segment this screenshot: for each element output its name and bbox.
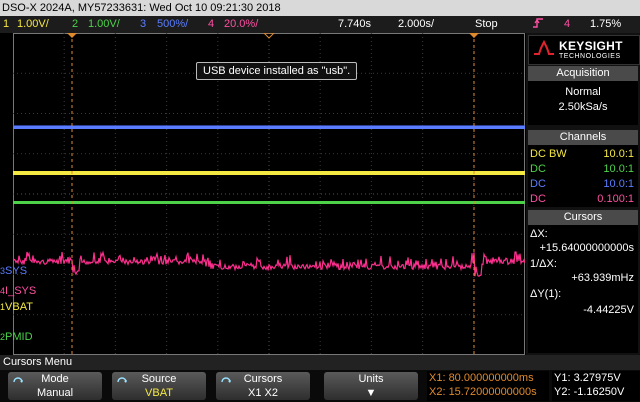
units-softkey[interactable]: Units ▼ (324, 372, 418, 400)
source-softkey[interactable]: Source VBAT (112, 372, 206, 400)
keysight-wave-icon (534, 40, 554, 55)
ch3-sys-trace (13, 125, 525, 129)
acquisition-header[interactable]: Acquisition (528, 66, 638, 81)
channel-row-3: DC 10.0:1 (530, 178, 634, 190)
waveform-display[interactable] (13, 33, 525, 355)
dx-value: +15.64000000000s (539, 242, 634, 254)
ch4-number[interactable]: 4 (208, 16, 214, 33)
cursor-x-readout: X1: 80.000000000ms X2: 15.72000000000s (427, 371, 549, 401)
dy-value: -4.44225V (583, 304, 634, 316)
waveform-graticule (13, 33, 525, 355)
cursors-panel: ΔX: +15.64000000000s 1/ΔX: +63.939mHz ΔY… (528, 225, 638, 353)
acq-rate: 2.50kSa/s (558, 101, 608, 113)
x2-readout: X2: 15.72000000000s (429, 386, 537, 398)
inv-dx-value: +63.939mHz (571, 272, 634, 284)
trigger-source[interactable]: 4 (564, 16, 570, 33)
channel-row-2: DC 10.0:1 (530, 163, 634, 175)
trace-label-pmid: 2PMID (0, 331, 33, 343)
channel-row-1: DC BW 10.0:1 (530, 148, 634, 160)
x1-readout: X1: 80.000000000ms (429, 372, 534, 384)
ch2-number[interactable]: 2 (72, 16, 78, 33)
ch1-number[interactable]: 1 (3, 16, 9, 33)
dy-label: ΔY(1): (530, 288, 562, 300)
trace-label-sys: 3SYS (0, 265, 28, 277)
ch2-scale[interactable]: 1.00V/ (88, 16, 120, 33)
side-panel: KEYSIGHT TECHNOLOGIES Acquisition Normal… (526, 33, 640, 355)
chevron-down-icon: ▼ (365, 387, 377, 399)
ch1-scale[interactable]: 1.00V/ (17, 16, 49, 33)
acquisition-panel: Normal 2.50kSa/s (528, 81, 638, 125)
mode-softkey[interactable]: Mode Manual (8, 372, 102, 400)
window-title: DSO-X 2024A, MY57233631: Wed Oct 10 09:2… (0, 0, 640, 16)
ch4-scale[interactable]: 20.0%/ (224, 16, 258, 33)
inv-dx-label: 1/ΔX: (530, 258, 557, 270)
y2-readout: Y2: -1.16250V (554, 386, 625, 398)
status-bar: 1 1.00V/ 2 1.00V/ 3 500%/ 4 20.0%/ 7.740… (0, 16, 640, 33)
ch3-number[interactable]: 3 (140, 16, 146, 33)
channel-row-4: DC 0.100:1 (530, 193, 634, 205)
brand-sub: TECHNOLOGIES (559, 53, 621, 60)
time-offset[interactable]: 7.740s (338, 16, 371, 33)
ch4-isys-trace (13, 250, 525, 277)
menu-title: Cursors Menu (0, 355, 640, 370)
run-state[interactable]: Stop (475, 16, 498, 33)
ch1-vbat-trace (13, 171, 525, 175)
cursors-header[interactable]: Cursors (528, 210, 638, 225)
trigger-level[interactable]: 1.75% (590, 16, 621, 33)
ch3-scale[interactable]: 500%/ (157, 16, 188, 33)
usb-toast: USB device installed as "usb". (196, 62, 358, 80)
trace-label-vbat: 1VBAT (0, 301, 33, 313)
dx-label: ΔX: (530, 228, 548, 240)
time-scale[interactable]: 2.000s/ (398, 16, 434, 33)
acq-mode: Normal (565, 86, 601, 98)
cursor-y-readout: Y1: 3.27975V Y2: -1.16250V (552, 371, 640, 401)
keysight-logo: KEYSIGHT TECHNOLOGIES (528, 35, 640, 65)
channels-panel: DC BW 10.0:1 DC 10.0:1 DC 10.0:1 DC 0.100:1 (528, 145, 638, 207)
trace-label-isys: 4I_SYS (0, 285, 37, 297)
channels-header[interactable]: Channels (528, 130, 638, 145)
cursors-softkey[interactable]: Cursors X1 X2 (216, 372, 310, 400)
brand-name: KEYSIGHT (559, 39, 623, 53)
ch2-pmid-trace (13, 201, 525, 204)
y1-readout: Y1: 3.27975V (554, 372, 621, 384)
